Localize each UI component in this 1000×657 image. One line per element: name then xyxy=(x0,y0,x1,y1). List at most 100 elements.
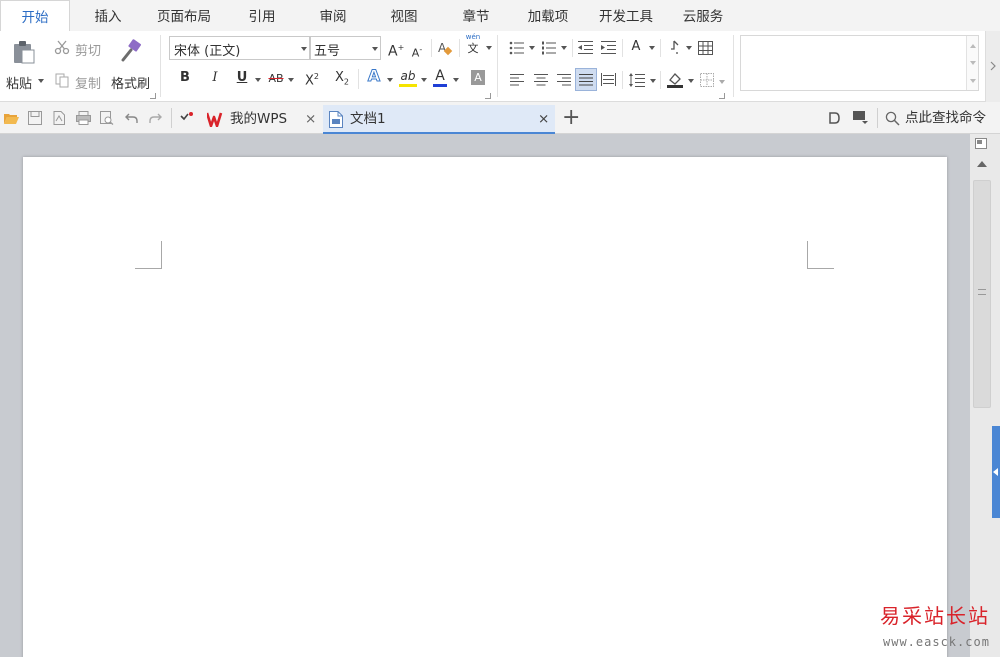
text-direction-dropdown-icon[interactable] xyxy=(649,46,655,50)
phonetic-dropdown-icon[interactable] xyxy=(486,46,492,50)
paste-button[interactable]: 粘贴 xyxy=(6,73,32,92)
format-painter-button[interactable]: 格式刷 xyxy=(111,73,150,92)
cut-button[interactable]: 剪切 xyxy=(75,40,101,59)
tab-section[interactable]: 章节 xyxy=(447,0,505,31)
font-size-dropdown-icon[interactable] xyxy=(372,47,378,51)
tab-insert[interactable]: 插入 xyxy=(80,0,136,31)
export-pdf-icon[interactable] xyxy=(52,111,66,125)
increase-indent-icon[interactable] xyxy=(601,41,616,55)
tab-document-1[interactable]: 文档1 × xyxy=(323,105,555,134)
copy-icon[interactable] xyxy=(54,72,70,88)
highlight-dropdown-icon[interactable] xyxy=(421,78,427,82)
table-icon[interactable] xyxy=(698,41,713,55)
close-icon[interactable]: × xyxy=(538,105,549,134)
char-shading-button[interactable]: A xyxy=(471,70,485,85)
tab-developer[interactable]: 开发工具 xyxy=(590,0,662,31)
close-icon[interactable]: × xyxy=(305,105,316,134)
font-size-select[interactable]: 五号 xyxy=(310,36,381,60)
open-folder-icon[interactable] xyxy=(4,112,19,125)
format-painter-icon[interactable] xyxy=(118,39,144,63)
line-spacing-icon[interactable] xyxy=(629,73,645,87)
tab-home[interactable]: 开始 xyxy=(0,0,70,32)
scrollbar-thumb[interactable] xyxy=(973,180,991,408)
numbered-list-dropdown-icon[interactable] xyxy=(561,46,567,50)
styles-down-icon[interactable] xyxy=(970,61,976,65)
borders-icon[interactable] xyxy=(700,73,714,87)
copy-button[interactable]: 复制 xyxy=(75,73,101,92)
document-page[interactable] xyxy=(23,157,947,657)
numbered-list-icon[interactable] xyxy=(541,41,557,55)
paragraph-mark-dropdown-icon[interactable] xyxy=(686,46,692,50)
document-mode-icon[interactable] xyxy=(829,112,840,124)
tab-my-wps[interactable]: 我的WPS × xyxy=(202,105,322,134)
styles-gallery-scroller[interactable] xyxy=(966,36,978,90)
paragraph-group-launcher[interactable] xyxy=(719,93,725,99)
chevron-right-icon[interactable] xyxy=(990,61,997,71)
bold-button[interactable]: B xyxy=(178,70,192,86)
tab-references[interactable]: 引用 xyxy=(234,0,290,31)
text-direction-button[interactable]: A xyxy=(628,39,644,55)
align-center-icon[interactable] xyxy=(534,74,548,86)
decrease-indent-icon[interactable] xyxy=(578,41,593,55)
clipboard-group-launcher[interactable] xyxy=(150,93,156,99)
strikethrough-button[interactable]: AB xyxy=(267,71,285,87)
shading-dropdown-icon[interactable] xyxy=(688,79,694,83)
superscript-button[interactable]: X2 xyxy=(304,69,320,89)
highlight-button[interactable]: ab xyxy=(399,68,417,87)
clipboard-icon[interactable] xyxy=(11,39,37,65)
shading-icon[interactable] xyxy=(667,71,683,88)
text-effect-button[interactable]: A xyxy=(366,67,382,84)
align-justify-icon[interactable] xyxy=(579,74,593,86)
align-left-icon[interactable] xyxy=(510,74,524,86)
grow-font-button[interactable]: A+ xyxy=(388,40,404,60)
document-workspace xyxy=(0,134,970,657)
bullet-list-dropdown-icon[interactable] xyxy=(529,46,535,50)
font-name-select[interactable]: 宋体 (正文) xyxy=(169,36,310,60)
print-icon[interactable] xyxy=(76,111,91,125)
clear-format-icon[interactable]: A xyxy=(437,40,453,56)
tab-review[interactable]: 审阅 xyxy=(305,0,361,31)
paragraph-mark-icon[interactable] xyxy=(668,40,680,55)
split-view-icon[interactable] xyxy=(975,138,987,149)
align-right-icon[interactable] xyxy=(557,74,571,86)
styles-gallery[interactable] xyxy=(740,35,979,91)
comment-display-icon[interactable] xyxy=(853,111,869,125)
shrink-font-button[interactable]: A- xyxy=(410,42,424,62)
paste-dropdown-icon[interactable] xyxy=(38,79,44,83)
underline-dropdown-icon[interactable] xyxy=(255,78,261,82)
scroll-up-icon[interactable] xyxy=(977,161,987,167)
line-spacing-dropdown-icon[interactable] xyxy=(650,79,656,83)
redo-icon[interactable] xyxy=(149,112,162,124)
tab-view[interactable]: 视图 xyxy=(376,0,432,31)
side-panel-toggle[interactable] xyxy=(992,426,1000,518)
distributed-align-icon[interactable] xyxy=(601,73,616,86)
subscript-button[interactable]: X2 xyxy=(334,70,350,91)
phonetic-guide-button[interactable]: wén 文 xyxy=(463,33,483,55)
vertical-scrollbar[interactable] xyxy=(970,134,1000,657)
text-effect-dropdown-icon[interactable] xyxy=(387,78,393,82)
print-preview-icon[interactable] xyxy=(100,111,114,125)
scissors-icon[interactable] xyxy=(54,39,70,55)
strikethrough-dropdown-icon[interactable] xyxy=(288,78,294,82)
chevron-left-icon[interactable] xyxy=(993,468,998,476)
italic-button[interactable]: I xyxy=(208,70,222,86)
font-color-dropdown-icon[interactable] xyxy=(453,78,459,82)
quick-access-customize-icon[interactable] xyxy=(180,112,193,123)
tab-cloud[interactable]: 云服务 xyxy=(674,0,732,31)
bullet-list-icon[interactable] xyxy=(509,41,525,55)
font-name-dropdown-icon[interactable] xyxy=(301,47,307,51)
new-tab-plus-icon[interactable]: + xyxy=(562,102,580,134)
font-color-button[interactable]: A xyxy=(433,68,447,87)
underline-button[interactable]: U xyxy=(235,70,249,86)
font-group-launcher[interactable] xyxy=(485,93,491,99)
styles-up-icon[interactable] xyxy=(970,44,976,48)
search-command-button[interactable]: 点此查找命令 xyxy=(905,102,986,134)
tab-addins[interactable]: 加载项 xyxy=(518,0,578,31)
ribbon-scroll-right[interactable] xyxy=(985,31,1000,102)
search-icon[interactable] xyxy=(885,111,900,126)
tab-page-layout[interactable]: 页面布局 xyxy=(148,0,220,31)
save-icon[interactable] xyxy=(28,111,42,125)
borders-dropdown-icon[interactable] xyxy=(719,80,725,84)
undo-icon[interactable] xyxy=(125,112,138,124)
styles-more-icon[interactable] xyxy=(970,79,976,83)
